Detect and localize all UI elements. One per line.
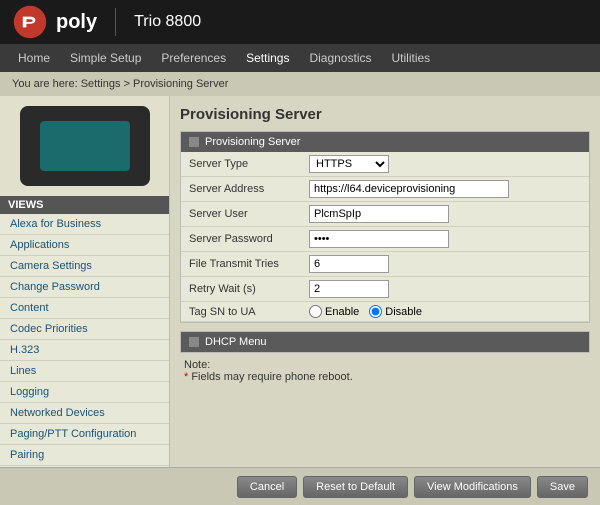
sidebar-item-networked[interactable]: Networked Devices [0, 403, 169, 424]
disable-radio[interactable] [369, 305, 382, 318]
server-user-row: Server User [181, 202, 589, 227]
server-password-input[interactable] [309, 230, 449, 248]
nav-home[interactable]: Home [8, 47, 60, 69]
disable-radio-label[interactable]: Disable [369, 305, 422, 318]
poly-logo-icon [12, 4, 48, 40]
server-type-label: Server Type [189, 158, 309, 170]
header-divider [115, 8, 116, 36]
app-header: poly Trio 8800 [0, 0, 600, 44]
server-type-row: Server Type HTTPS HTTP FTP TFTP [181, 152, 589, 177]
device-name: Trio 8800 [134, 13, 201, 31]
sidebar-item-h323[interactable]: H.323 [0, 340, 169, 361]
disable-label-text: Disable [385, 306, 422, 318]
content-area: Provisioning Server Provisioning Server … [170, 96, 600, 467]
server-user-label: Server User [189, 208, 309, 220]
nav-settings[interactable]: Settings [236, 47, 299, 69]
nav-simple-setup[interactable]: Simple Setup [60, 47, 151, 69]
cancel-button[interactable]: Cancel [237, 476, 297, 498]
dhcp-collapse-icon[interactable] [189, 337, 199, 347]
sidebar-item-content[interactable]: Content [0, 298, 169, 319]
device-image-area [0, 96, 169, 196]
sidebar-item-codec[interactable]: Codec Priorities [0, 319, 169, 340]
sidebar-item-pairing[interactable]: Pairing [0, 445, 169, 466]
tag-sn-radio-group: Enable Disable [309, 305, 422, 318]
file-transmit-input[interactable] [309, 255, 389, 273]
dhcp-section: DHCP Menu [180, 331, 590, 353]
section-collapse-icon[interactable] [189, 137, 199, 147]
sidebar-item-phonelock[interactable]: Phone Lock [0, 466, 169, 467]
server-user-input[interactable] [309, 205, 449, 223]
save-button[interactable]: Save [537, 476, 588, 498]
server-password-row: Server Password [181, 227, 589, 252]
dhcp-section-title: DHCP Menu [205, 336, 267, 348]
provisioning-section-header: Provisioning Server [181, 132, 589, 152]
note-prefix: Note: [184, 359, 210, 371]
tag-sn-label: Tag SN to UA [189, 306, 309, 318]
sidebar-item-camera[interactable]: Camera Settings [0, 256, 169, 277]
views-label: VIEWS [0, 196, 169, 214]
file-transmit-label: File Transmit Tries [189, 258, 309, 270]
main-layout: VIEWS Alexa for Business Applications Ca… [0, 96, 600, 467]
server-password-label: Server Password [189, 233, 309, 245]
device-screen [40, 121, 130, 171]
poly-brand-text: poly [56, 11, 97, 34]
provisioning-section-title: Provisioning Server [205, 136, 300, 148]
sidebar-item-logging[interactable]: Logging [0, 382, 169, 403]
breadcrumb: You are here: Settings > Provisioning Se… [0, 72, 600, 96]
sidebar: VIEWS Alexa for Business Applications Ca… [0, 96, 170, 467]
nav-preferences[interactable]: Preferences [151, 47, 236, 69]
nav-utilities[interactable]: Utilities [381, 47, 440, 69]
server-address-label: Server Address [189, 183, 309, 195]
view-modifications-button[interactable]: View Modifications [414, 476, 531, 498]
note-area: Note: * Fields may require phone reboot. [180, 353, 590, 389]
enable-radio[interactable] [309, 305, 322, 318]
sidebar-item-paging[interactable]: Paging/PTT Configuration [0, 424, 169, 445]
sidebar-item-change-password[interactable]: Change Password [0, 277, 169, 298]
nav-diagnostics[interactable]: Diagnostics [299, 47, 381, 69]
server-type-select[interactable]: HTTPS HTTP FTP TFTP [309, 155, 389, 173]
provisioning-server-section: Provisioning Server Server Type HTTPS HT… [180, 131, 590, 323]
breadcrumb-text: You are here: Settings > Provisioning Se… [12, 78, 228, 90]
enable-radio-label[interactable]: Enable [309, 305, 359, 318]
tag-sn-row: Tag SN to UA Enable Disable [181, 302, 589, 322]
dhcp-section-header: DHCP Menu [181, 332, 589, 352]
sidebar-item-lines[interactable]: Lines [0, 361, 169, 382]
retry-wait-row: Retry Wait (s) [181, 277, 589, 302]
reset-default-button[interactable]: Reset to Default [303, 476, 408, 498]
sidebar-item-applications[interactable]: Applications [0, 235, 169, 256]
file-transmit-row: File Transmit Tries [181, 252, 589, 277]
retry-wait-label: Retry Wait (s) [189, 283, 309, 295]
server-address-row: Server Address [181, 177, 589, 202]
note-text: Fields may require phone reboot. [188, 371, 352, 383]
main-nav: Home Simple Setup Preferences Settings D… [0, 44, 600, 72]
sidebar-item-alexa[interactable]: Alexa for Business [0, 214, 169, 235]
enable-label-text: Enable [325, 306, 359, 318]
footer: Cancel Reset to Default View Modificatio… [0, 467, 600, 505]
retry-wait-input[interactable] [309, 280, 389, 298]
device-image [20, 106, 150, 186]
logo-container: poly Trio 8800 [12, 4, 201, 40]
server-address-input[interactable] [309, 180, 509, 198]
page-title: Provisioning Server [180, 106, 590, 123]
